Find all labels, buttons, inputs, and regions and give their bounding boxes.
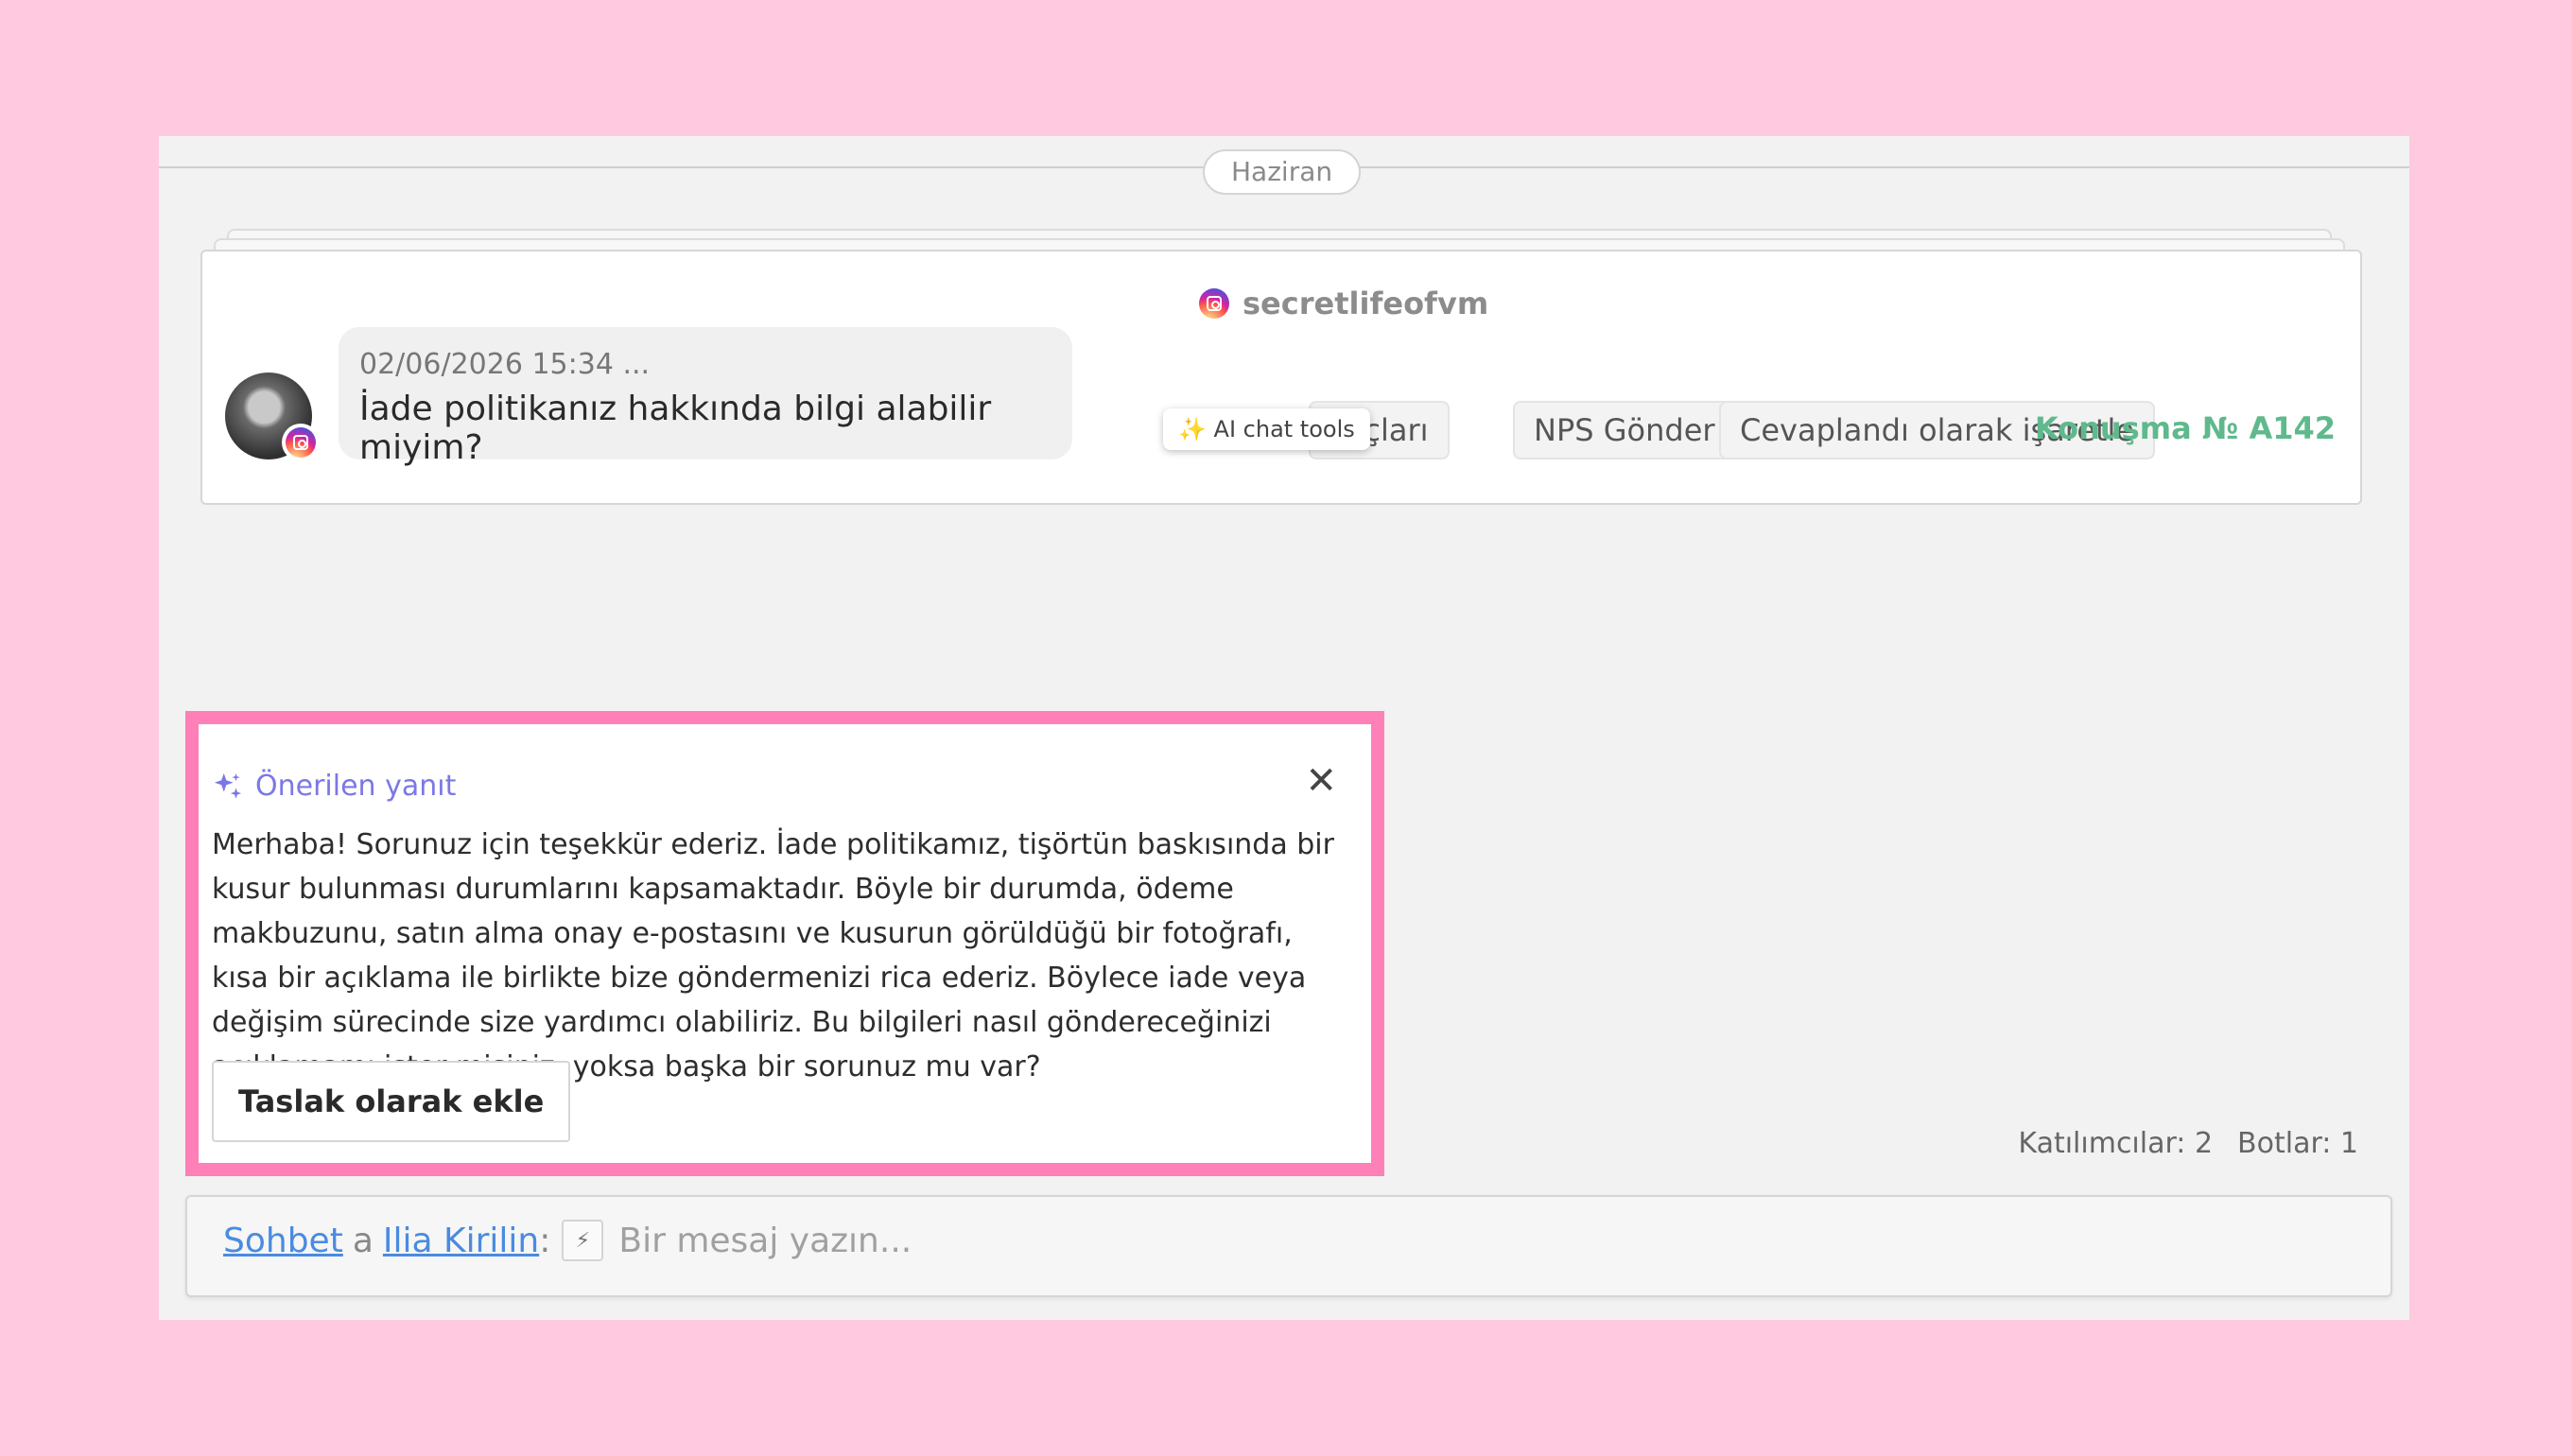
composer-connector: a [352,1221,374,1260]
lightning-icon[interactable]: ⚡ [562,1220,604,1261]
message-timestamp: 02/06/2026 15:34 ... [359,348,651,381]
message-input[interactable]: Bir mesaj yazın... [618,1222,912,1260]
suggested-reply-text: Merhaba! Sorunuz için teşekkür ederiz. İ… [212,828,1334,1083]
avatar[interactable] [225,373,320,461]
channel-name: secretlifeofvm [1243,286,1489,321]
instagram-icon [1199,288,1229,319]
message-actions: ✨ AI chat tools araçları NPS Gönder Ceva… [1148,401,2349,459]
send-nps-button[interactable]: NPS Gönder [1513,401,1736,459]
composer-line: Sohbet a Ilia Kirilin : ⚡ Bir mesaj yazı… [223,1220,912,1261]
suggested-reply-panel: Önerilen yanıt ✕ Merhaba! Sorunuz için t… [185,711,1384,1176]
sparkle-icon: ✨ [1178,416,1207,442]
participants-stats: Katılımcılar: 2 Botlar: 1 [2018,1127,2358,1160]
message-bubble: 02/06/2026 15:34 ... İade politikanız ha… [339,327,1072,467]
recipient-link[interactable]: Ilia Kirilin [383,1222,539,1260]
message-composer[interactable]: Sohbet a Ilia Kirilin : ⚡ Bir mesaj yazı… [185,1195,2392,1297]
participants-count: Katılımcılar: 2 [2018,1127,2214,1160]
chat-link[interactable]: Sohbet [223,1222,343,1260]
composer-separator: : [539,1221,551,1260]
message-text: İade politikanız hakkında bilgi alabilir… [359,390,992,467]
message-card: 02/06/2026 15:34 ... İade politikanız ha… [200,250,2362,505]
instagram-icon [286,427,316,458]
suggested-reply-header: Önerilen yanıt [212,770,456,803]
channel-header: secretlifeofvm [1199,286,1488,321]
ai-chat-tools-tooltip: ✨ AI chat tools [1163,408,1370,450]
instagram-badge [282,424,320,461]
bots-count: Botlar: 1 [2237,1127,2358,1160]
conversation-id-link[interactable]: Konuşma № A142 [2035,401,2336,456]
suggested-reply-title: Önerilen yanıt [255,770,457,803]
sparkle-icon [214,772,242,799]
month-divider-label: Haziran [1203,149,1362,195]
close-icon[interactable]: ✕ [1305,762,1337,800]
add-as-draft-button[interactable]: Taslak olarak ekle [212,1061,571,1142]
